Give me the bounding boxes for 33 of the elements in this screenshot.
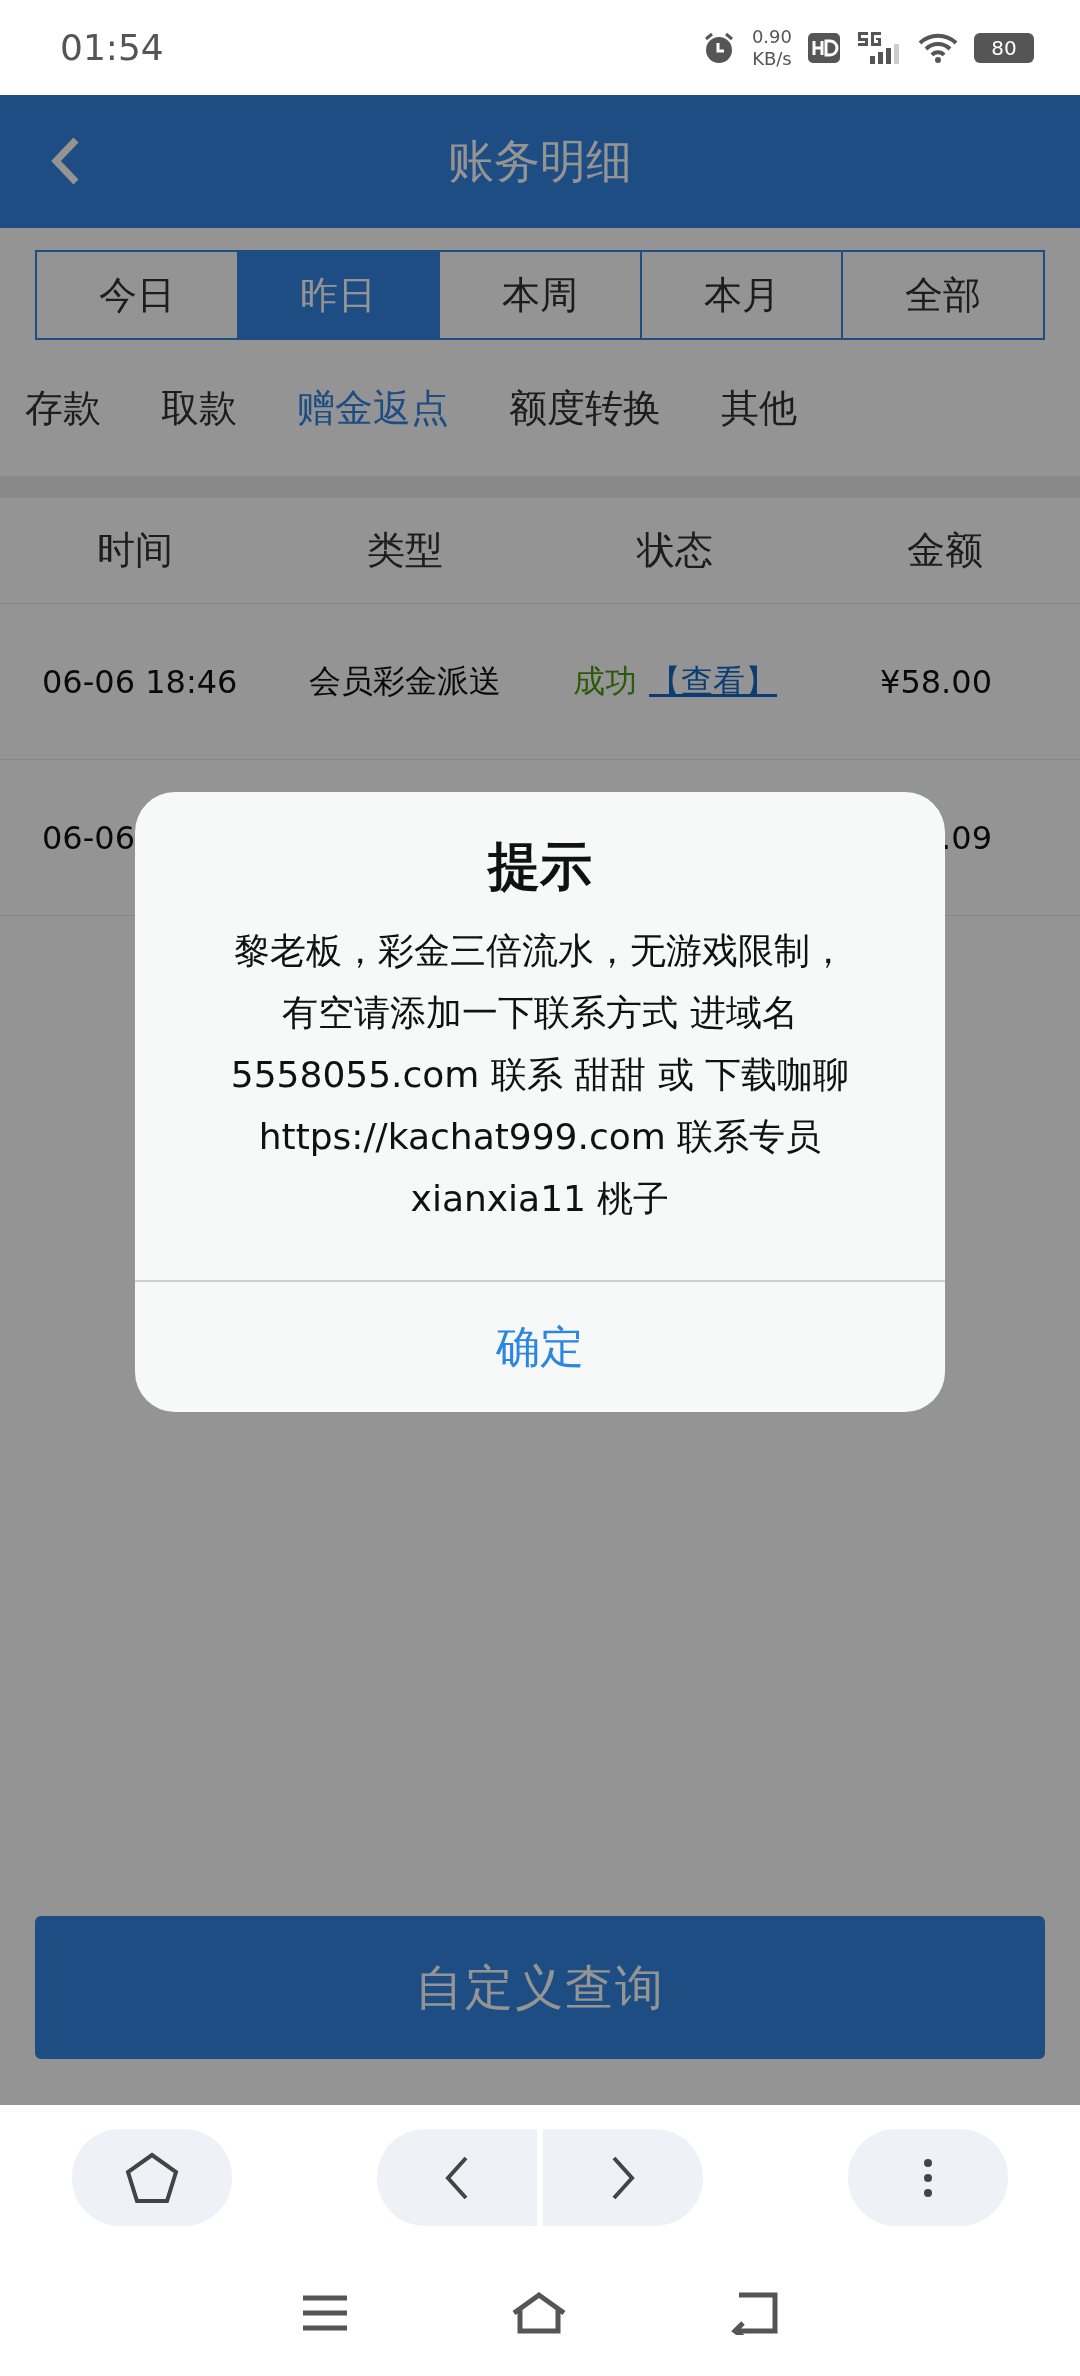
status-text: 成功 [573,660,637,702]
pentagon-icon [124,2150,180,2205]
clock-time: 01:54 [60,27,165,68]
home-icon[interactable] [510,2291,568,2335]
dialog-message: 黎老板，彩金三倍流水，无游戏限制， 有空请添加一下联系方式 进域名 5558055.com 联系 甜甜 或 下载咖聊 https://kachat999.com 联系专员 xianxia11 桃子 [230,929,850,1221]
time-cell-text: 06-06 [41,818,136,857]
category-tab[interactable]: 其他 [721,382,797,434]
category-tab[interactable]: 存款 [25,382,101,434]
dialog-title: 提示 [488,835,592,898]
page-title: 账务明细 [448,132,632,190]
view-link[interactable]: 【查看】 [649,659,777,704]
battery-icon: 80 [974,32,1034,63]
back-icon[interactable] [729,2291,780,2335]
column-header: 状态 [635,527,714,574]
period-tab[interactable]: 昨日 [236,252,439,338]
category-tab[interactable]: 赠金返点 [297,382,449,434]
custom-query-button[interactable]: 自定义查询 [35,1916,1045,2059]
confirm-button[interactable]: 确定 [135,1280,945,1412]
network-speed: 0.90 KB/s [751,25,792,70]
hd-icon [808,32,840,63]
amount-cell-text: ¥58.00 [879,662,993,701]
category-tab[interactable]: 额度转换 [509,382,661,434]
category-tab[interactable]: 取款 [161,382,237,434]
column-header: 类型 [366,527,444,574]
menu-icon[interactable] [300,2294,349,2332]
wifi-icon [918,31,958,64]
signal-icon [856,29,902,66]
time-cell-text: 06-06 18:46 [41,662,239,701]
type-cell-text: 会员彩金派送 [308,660,502,702]
column-header: 时间 [96,527,174,574]
more-icon [923,2157,933,2198]
amount-cell-text: .09 [940,818,993,857]
column-header: 金额 [906,527,984,574]
